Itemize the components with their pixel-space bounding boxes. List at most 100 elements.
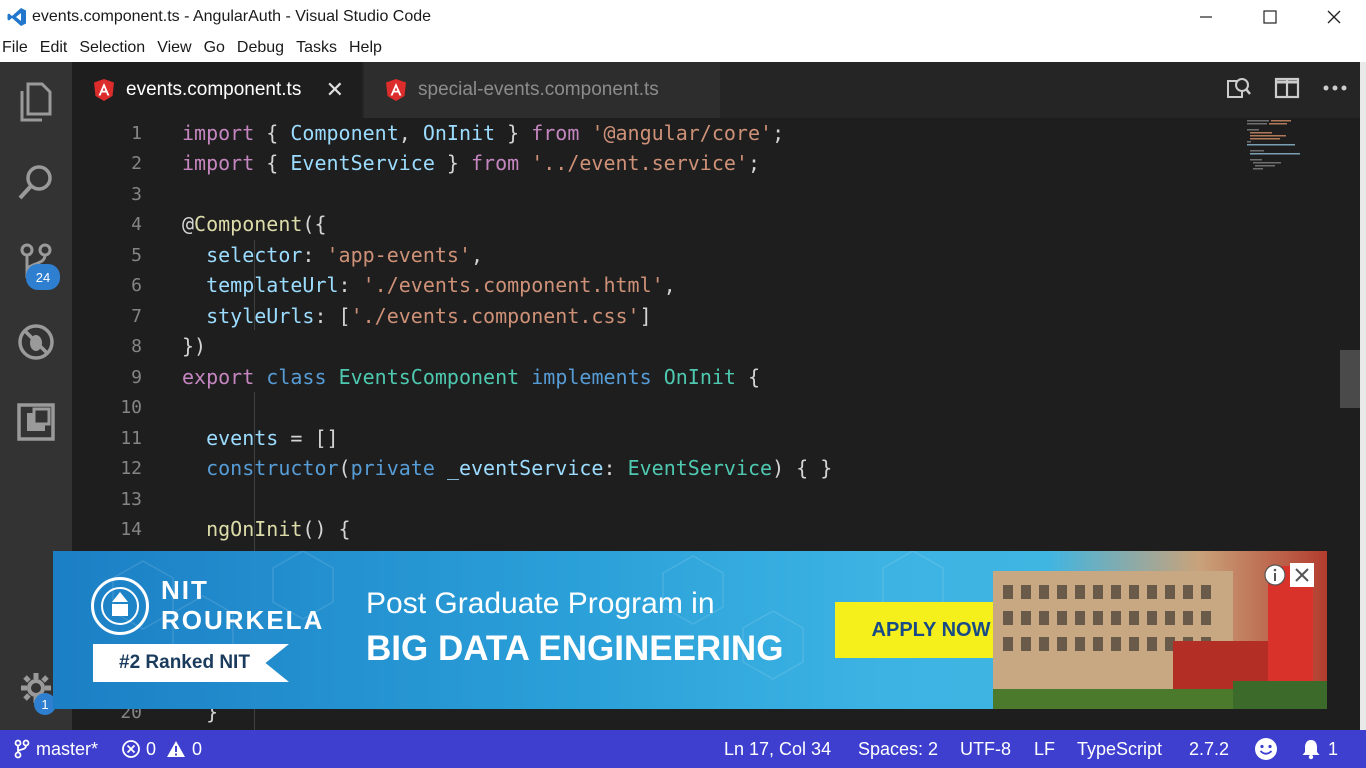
code-token: private [350, 456, 435, 480]
code-line[interactable]: 9 export class EventsComponent implements… [72, 362, 760, 392]
explorer-icon[interactable] [0, 72, 72, 132]
minimap[interactable] [1245, 118, 1315, 178]
code-token: selector [206, 243, 303, 267]
code-line[interactable]: 13 [72, 484, 142, 514]
code-token: @ [182, 212, 195, 236]
line-number: 12 [120, 457, 142, 479]
tab-label: special-events.component.ts [418, 79, 659, 100]
encoding[interactable]: UTF-8 [960, 730, 1011, 768]
ad-headline-2: BIG DATA ENGINEERING [366, 629, 784, 668]
git-branch-label: master* [36, 738, 99, 759]
code-token: : [302, 243, 327, 267]
editor-scrollbar[interactable] [1340, 118, 1360, 730]
vscode-icon [6, 6, 28, 28]
code-token: { [735, 365, 761, 389]
menu-selection[interactable]: Selection [73, 33, 151, 62]
notifications-item[interactable]: 1 [1300, 730, 1338, 768]
code-line[interactable]: 5 selector: 'app-events', [72, 240, 483, 270]
code-token: }) [182, 334, 207, 358]
status-bar: master* 0 0 Ln 17, Col 34 Spaces: 2 UTF-… [0, 730, 1366, 768]
tab-close-icon[interactable]: ✕ [326, 77, 344, 103]
code-token: OnInit [422, 121, 496, 145]
code-line[interactable]: 12 constructor(private _eventService: Ev… [72, 453, 832, 483]
menu-view[interactable]: View [151, 33, 197, 62]
tab-events-component[interactable]: events.component.ts ✕ [72, 62, 362, 118]
code-token: OnInit [663, 365, 736, 389]
info-icon[interactable] [1263, 563, 1287, 587]
split-editor-icon[interactable] [1274, 75, 1300, 106]
code-token: Component [290, 121, 399, 145]
code-line[interactable]: 1 import { Component, OnInit } from '@ang… [72, 118, 784, 148]
menu-go[interactable]: Go [198, 33, 231, 62]
code-token: import [182, 121, 255, 145]
code-line[interactable]: 4 @Component({ [72, 209, 326, 239]
code-text: }) [182, 334, 206, 358]
code-line[interactable]: 14 ngOnInit() { [72, 514, 350, 544]
code-token: '../event.service' [531, 151, 748, 175]
open-changes-icon[interactable] [1226, 75, 1252, 106]
maximize-icon[interactable] [1238, 0, 1302, 33]
debug-icon[interactable] [0, 312, 72, 372]
window-controls [1174, 0, 1366, 33]
code-line[interactable]: 6 templateUrl: './events.component.html'… [72, 270, 676, 300]
feedback-smiley-icon[interactable] [1254, 730, 1278, 768]
line-number: 4 [131, 213, 142, 235]
menu-help[interactable]: Help [343, 33, 388, 62]
code-token: constructor [206, 456, 339, 480]
extensions-icon[interactable] [0, 392, 72, 452]
institute-name: NIT ROURKELA [161, 575, 325, 635]
code-token: EventService [290, 151, 435, 175]
line-number: 9 [131, 366, 142, 388]
warning-icon [167, 741, 186, 757]
code-line[interactable]: 3 [72, 179, 142, 209]
git-branch-item[interactable]: master* [14, 730, 98, 768]
close-icon[interactable] [1302, 0, 1366, 33]
problems-item[interactable]: 0 0 [122, 730, 202, 768]
code-line[interactable]: 11 events = [] [72, 423, 338, 453]
minimize-icon[interactable] [1174, 0, 1238, 33]
tab-bar: events.component.ts ✕ special-events.com… [72, 62, 1366, 118]
angular-icon [386, 79, 406, 101]
line-number: 13 [120, 488, 142, 510]
tab-special-events-component[interactable]: special-events.component.ts [364, 62, 720, 118]
search-icon[interactable] [0, 152, 72, 212]
menu-file[interactable]: File [0, 33, 34, 62]
code-line[interactable]: 2 import { EventService } from '../event.… [72, 148, 760, 178]
language-mode[interactable]: TypeScript [1077, 730, 1162, 768]
code-text: constructor(private _eventService: Event… [182, 456, 832, 480]
menu-tasks[interactable]: Tasks [290, 33, 343, 62]
code-line[interactable]: 7 styleUrls: ['./events.component.css'] [72, 301, 651, 331]
menu-debug[interactable]: Debug [231, 33, 290, 62]
menu-bar: File Edit Selection View Go Debug Tasks … [0, 33, 1366, 62]
code-token: } [495, 121, 532, 145]
ad-banner[interactable]: NIT ROURKELA #2 Ranked NIT Post Graduate… [53, 551, 1327, 709]
more-actions-icon[interactable] [1322, 75, 1348, 106]
menu-edit[interactable]: Edit [34, 33, 74, 62]
code-token: } [434, 151, 471, 175]
cursor-position[interactable]: Ln 17, Col 34 [724, 730, 831, 768]
line-number: 2 [131, 152, 142, 174]
code-line[interactable]: 8}) [72, 331, 206, 361]
bell-icon [1302, 740, 1320, 760]
code-token: ) { } [772, 456, 833, 480]
code-line[interactable]: 10 [72, 392, 142, 422]
code-token: class [266, 365, 327, 389]
line-number: 7 [131, 305, 142, 327]
code-token: EventsComponent [338, 365, 520, 389]
scrollbar-thumb[interactable] [1340, 350, 1360, 408]
line-number: 3 [131, 183, 142, 205]
end-of-line[interactable]: LF [1034, 730, 1055, 768]
indentation[interactable]: Spaces: 2 [858, 730, 938, 768]
window-title: events.component.ts - AngularAuth - Visu… [32, 7, 432, 25]
ad-close-icon[interactable] [1290, 563, 1314, 587]
typescript-version[interactable]: 2.7.2 [1189, 730, 1229, 768]
line-number: 1 [131, 122, 142, 144]
code-token: , [471, 243, 484, 267]
code-token: '@angular/core' [591, 121, 773, 145]
